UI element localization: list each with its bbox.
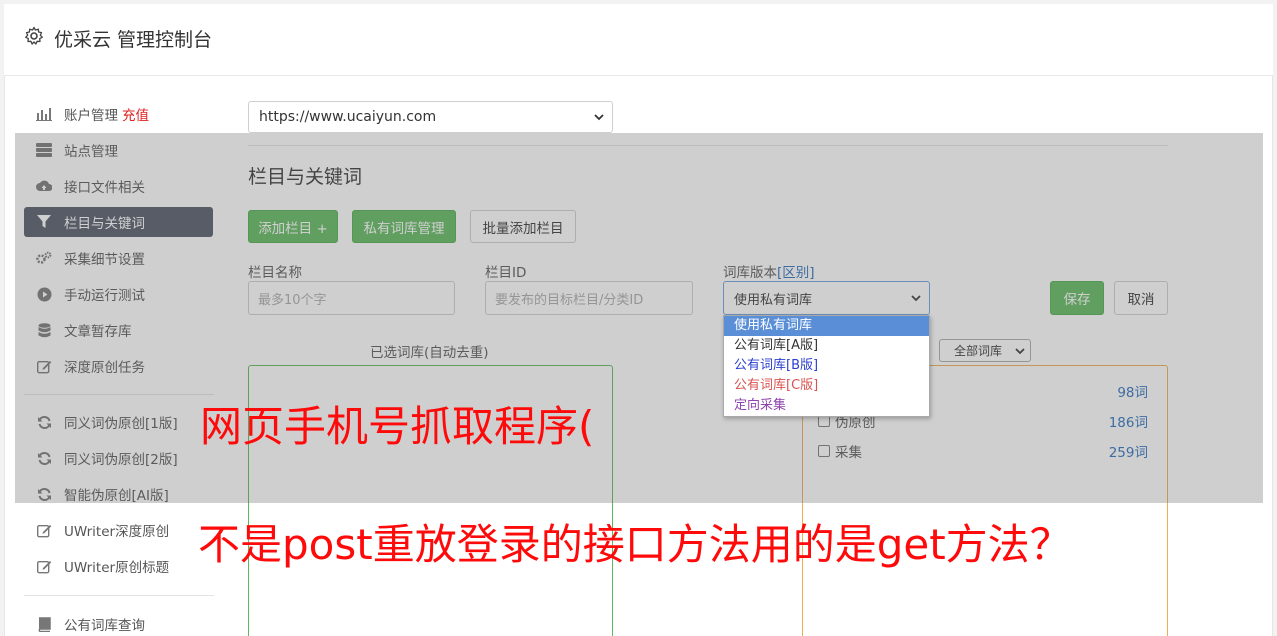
column-id-input[interactable]: 要发布的目标栏目/分类ID — [485, 281, 693, 315]
database-icon — [36, 322, 52, 338]
lib-row-count: 259词 — [1108, 445, 1148, 461]
dropdown-option[interactable]: 定向采集 — [724, 396, 929, 416]
sidebar-item-label: 公有词库查询 — [64, 618, 145, 634]
batch-add-button[interactable]: 批量添加栏目 — [470, 210, 576, 243]
chevron-down-icon — [911, 295, 921, 302]
sidebar-item-label: 采集细节设置 — [64, 252, 145, 268]
difference-link[interactable]: [区别] — [777, 265, 815, 281]
sidebar-item-label: 智能伪原创[AI版] — [64, 488, 169, 504]
sidebar-item-synonym-v2[interactable]: 同义词伪原创[2版] — [24, 443, 213, 473]
cogs-icon — [36, 250, 52, 266]
play-circle-icon — [36, 286, 52, 302]
sidebar-item-interface-files[interactable]: 接口文件相关 — [24, 171, 213, 201]
sidebar-item-label: UWriter原创标题 — [64, 560, 170, 576]
sidebar-item-label: 文章暂存库 — [64, 324, 132, 340]
sidebar-item-label: 深度原创任务 — [64, 360, 145, 376]
refresh-icon — [36, 486, 52, 502]
page-title: 优采云 管理控制台 — [54, 29, 213, 51]
edit-icon — [36, 358, 52, 374]
sidebar-item-label: 同义词伪原创[2版] — [64, 452, 178, 468]
lib-checkbox[interactable] — [818, 445, 830, 457]
dropdown-option[interactable]: 公有词库[C版] — [724, 376, 929, 396]
sidebar-item-label: 栏目与关键词 — [64, 216, 145, 232]
sidebar-item-collection-settings[interactable]: 采集细节设置 — [24, 243, 213, 273]
column-id-label: 栏目ID — [485, 265, 527, 281]
site-select-value: https://www.ucaiyun.com — [259, 109, 437, 125]
add-column-button[interactable]: 添加栏目 + — [248, 210, 338, 243]
sidebar-item-ai-rewrite[interactable]: 智能伪原创[AI版] — [24, 479, 213, 509]
page-header: 优采云 管理控制台 — [4, 4, 1273, 76]
edit-icon — [36, 558, 52, 574]
sidebar-item-uwriter-deep[interactable]: UWriter深度原创 — [24, 515, 213, 545]
sidebar-item-label: 手动运行测试 — [64, 288, 145, 304]
dropdown-option[interactable]: 公有词库[B版] — [724, 356, 929, 376]
lib-filter-select[interactable]: 全部词库 — [939, 339, 1031, 362]
gear-icon — [25, 26, 43, 45]
lib-version-label-text: 词库版本 — [723, 265, 777, 281]
sidebar-divider — [24, 595, 214, 596]
sidebar-item-account[interactable]: 账户管理 充值 — [24, 99, 213, 129]
chevron-down-icon — [594, 114, 604, 121]
lib-row-count: 186词 — [1108, 415, 1148, 431]
dropdown-option[interactable]: 使用私有词库 — [724, 316, 929, 336]
server-icon — [36, 142, 52, 158]
chevron-down-icon — [1015, 348, 1025, 355]
lib-row[interactable]: 采集 259词 — [818, 441, 1148, 461]
sidebar-item-label: 接口文件相关 — [64, 180, 145, 196]
sidebar-item-article-storage[interactable]: 文章暂存库 — [24, 315, 213, 345]
edit-icon — [36, 522, 52, 538]
lib-row-count: 98词 — [1117, 385, 1148, 401]
site-select[interactable]: https://www.ucaiyun.com — [248, 101, 613, 133]
sidebar-item-label: 站点管理 — [64, 144, 118, 160]
sidebar-item-label: 同义词伪原创[1版] — [64, 416, 178, 432]
lib-version-select[interactable]: 使用私有词库 — [723, 281, 930, 315]
cancel-button[interactable]: 取消 — [1114, 281, 1168, 315]
overlay-caption-line1: 网页手机号抓取程序( — [200, 402, 595, 451]
filter-icon — [36, 214, 52, 230]
lib-version-value: 使用私有词库 — [734, 292, 813, 308]
sidebar-item-uwriter-title[interactable]: UWriter原创标题 — [24, 551, 213, 581]
sidebar-item-sites[interactable]: 站点管理 — [24, 135, 213, 165]
dropdown-option[interactable]: 公有词库[A版] — [724, 336, 929, 356]
column-name-input[interactable]: 最多10个字 — [248, 281, 455, 315]
overlay-caption-line2: 不是post重放登录的接口方法用的是get方法？ — [198, 520, 1072, 569]
refresh-icon — [36, 414, 52, 430]
lib-row-label: 采集 — [835, 445, 862, 461]
sidebar-item-label: UWriter深度原创 — [64, 524, 170, 540]
sidebar-divider — [24, 394, 214, 395]
column-name-label: 栏目名称 — [248, 265, 302, 281]
lib-filter-value: 全部词库 — [954, 344, 1003, 358]
lib-version-dropdown: 使用私有词库 公有词库[A版] 公有词库[B版] 公有词库[C版] 定向采集 — [723, 315, 930, 417]
cloud-upload-icon — [36, 178, 52, 194]
sidebar-item-columns-keywords[interactable]: 栏目与关键词 — [24, 207, 213, 237]
section-divider — [248, 145, 1168, 146]
sidebar-item-synonym-v1[interactable]: 同义词伪原创[1版] — [24, 407, 213, 437]
bar-chart-icon — [36, 106, 52, 122]
book-icon — [36, 616, 52, 632]
sidebar-item-manual-run[interactable]: 手动运行测试 — [24, 279, 213, 309]
refresh-icon — [36, 450, 52, 466]
sidebar-item-label: 账户管理 — [64, 108, 118, 124]
private-lib-button[interactable]: 私有词库管理 — [352, 210, 456, 243]
save-button[interactable]: 保存 — [1050, 281, 1104, 315]
sidebar-item-deep-original[interactable]: 深度原创任务 — [24, 351, 213, 381]
lib-version-label: 词库版本[区别] — [723, 261, 815, 281]
recharge-link[interactable]: 充值 — [122, 104, 149, 124]
sidebar-item-public-lib-query[interactable]: 公有词库查询 — [24, 609, 213, 636]
section-title: 栏目与关键词 — [248, 166, 363, 188]
selected-libs-title: 已选词库(自动去重) — [370, 345, 489, 361]
